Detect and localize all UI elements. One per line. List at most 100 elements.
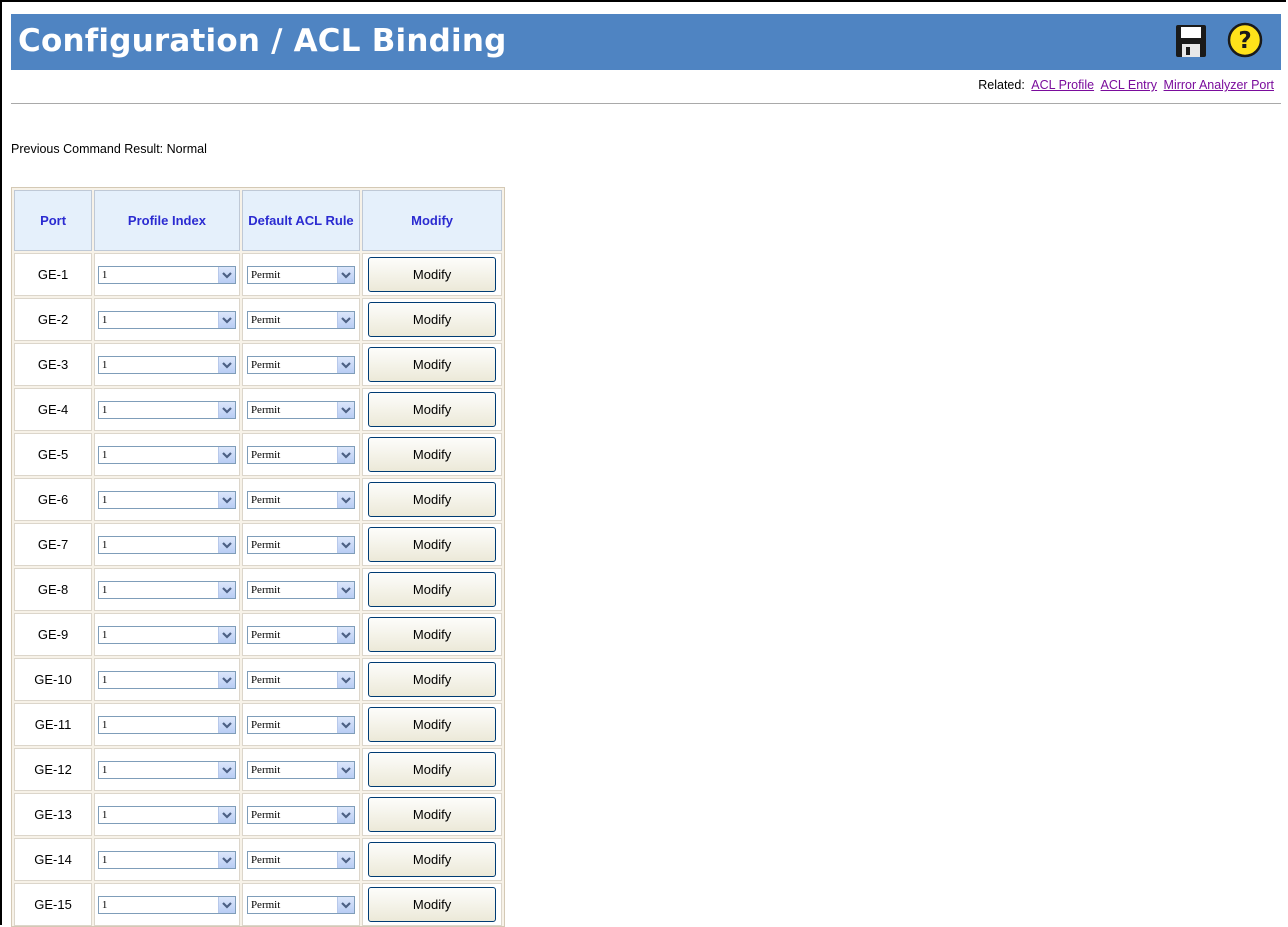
chevron-down-icon[interactable]: [336, 716, 354, 733]
modify-button[interactable]: Modify: [368, 437, 497, 472]
chevron-down-icon[interactable]: [217, 761, 235, 778]
default-acl-rule-value: Permit: [250, 583, 281, 596]
chevron-down-icon[interactable]: [217, 626, 235, 643]
profile-index-select[interactable]: 1: [97, 445, 236, 464]
modify-button[interactable]: Modify: [368, 572, 497, 607]
profile-index-cell: 1: [94, 568, 240, 611]
chevron-down-icon[interactable]: [217, 896, 235, 913]
modify-button[interactable]: Modify: [368, 347, 497, 382]
chevron-down-icon[interactable]: [336, 491, 354, 508]
default-acl-rule-select[interactable]: Permit: [246, 535, 355, 554]
profile-index-select[interactable]: 1: [97, 310, 236, 329]
default-acl-rule-select[interactable]: Permit: [246, 265, 355, 284]
profile-index-select[interactable]: 1: [97, 715, 236, 734]
port-cell: GE-9: [14, 613, 93, 656]
table-row: GE-2 1 Permit Modify: [14, 298, 502, 341]
default-acl-rule-select[interactable]: Permit: [246, 625, 355, 644]
chevron-down-icon[interactable]: [217, 851, 235, 868]
profile-index-select[interactable]: 1: [97, 805, 236, 824]
link-acl-entry[interactable]: ACL Entry: [1101, 78, 1158, 92]
default-acl-rule-select[interactable]: Permit: [246, 895, 355, 914]
profile-index-value: 1: [101, 853, 108, 866]
chevron-down-icon[interactable]: [217, 446, 235, 463]
chevron-down-icon[interactable]: [336, 761, 354, 778]
chevron-down-icon[interactable]: [336, 896, 354, 913]
modify-button[interactable]: Modify: [368, 617, 497, 652]
profile-index-select[interactable]: 1: [97, 490, 236, 509]
chevron-down-icon[interactable]: [336, 581, 354, 598]
profile-index-value: 1: [101, 268, 108, 281]
port-label: GE-15: [34, 897, 72, 912]
chevron-down-icon[interactable]: [217, 581, 235, 598]
help-icon[interactable]: ?: [1227, 22, 1263, 58]
chevron-down-icon[interactable]: [336, 671, 354, 688]
chevron-down-icon[interactable]: [217, 806, 235, 823]
chevron-down-icon[interactable]: [217, 356, 235, 373]
default-acl-rule-select[interactable]: Permit: [246, 580, 355, 599]
default-acl-rule-value: Permit: [250, 718, 281, 731]
chevron-down-icon[interactable]: [336, 446, 354, 463]
default-acl-rule-select[interactable]: Permit: [246, 850, 355, 869]
profile-index-select[interactable]: 1: [97, 895, 236, 914]
profile-index-select[interactable]: 1: [97, 355, 236, 374]
chevron-down-icon[interactable]: [217, 311, 235, 328]
modify-button[interactable]: Modify: [368, 527, 497, 562]
profile-index-select[interactable]: 1: [97, 670, 236, 689]
default-acl-rule-select[interactable]: Permit: [246, 400, 355, 419]
profile-index-select[interactable]: 1: [97, 535, 236, 554]
chevron-down-icon[interactable]: [336, 356, 354, 373]
table-row: GE-5 1 Permit Modify: [14, 433, 502, 476]
chevron-down-icon[interactable]: [217, 401, 235, 418]
chevron-down-icon[interactable]: [217, 671, 235, 688]
profile-index-select[interactable]: 1: [97, 850, 236, 869]
port-label: GE-8: [37, 582, 69, 597]
profile-index-select[interactable]: 1: [97, 265, 236, 284]
chevron-down-icon[interactable]: [336, 311, 354, 328]
chevron-down-icon[interactable]: [336, 626, 354, 643]
header-port: Port: [14, 190, 93, 251]
modify-button[interactable]: Modify: [368, 752, 497, 787]
chevron-down-icon[interactable]: [217, 491, 235, 508]
default-acl-rule-value: Permit: [250, 763, 281, 776]
modify-button[interactable]: Modify: [368, 392, 497, 427]
chevron-down-icon[interactable]: [336, 536, 354, 553]
default-acl-rule-select[interactable]: Permit: [246, 355, 355, 374]
profile-index-select[interactable]: 1: [97, 400, 236, 419]
table-row: GE-4 1 Permit Modify: [14, 388, 502, 431]
chevron-down-icon[interactable]: [336, 806, 354, 823]
port-label: GE-13: [34, 807, 72, 822]
default-acl-rule-select[interactable]: Permit: [246, 760, 355, 779]
default-acl-rule-select[interactable]: Permit: [246, 805, 355, 824]
modify-button[interactable]: Modify: [368, 257, 497, 292]
chevron-down-icon[interactable]: [336, 401, 354, 418]
chevron-down-icon[interactable]: [217, 266, 235, 283]
table-row: GE-3 1 Permit Modify: [14, 343, 502, 386]
link-acl-profile[interactable]: ACL Profile: [1031, 78, 1094, 92]
link-mirror-analyzer-port[interactable]: Mirror Analyzer Port: [1164, 78, 1274, 92]
default-acl-rule-select[interactable]: Permit: [246, 445, 355, 464]
default-acl-rule-select[interactable]: Permit: [246, 310, 355, 329]
chevron-down-icon[interactable]: [336, 851, 354, 868]
default-acl-rule-select[interactable]: Permit: [246, 670, 355, 689]
floppy-disk-icon[interactable]: [1175, 24, 1207, 58]
chevron-down-icon[interactable]: [336, 266, 354, 283]
port-label: GE-10: [34, 672, 72, 687]
chevron-down-icon[interactable]: [217, 536, 235, 553]
default-acl-rule-select[interactable]: Permit: [246, 490, 355, 509]
table-row: GE-8 1 Permit Modify: [14, 568, 502, 611]
default-acl-rule-select[interactable]: Permit: [246, 715, 355, 734]
modify-button[interactable]: Modify: [368, 887, 497, 922]
profile-index-select[interactable]: 1: [97, 580, 236, 599]
modify-button[interactable]: Modify: [368, 842, 497, 877]
profile-index-value: 1: [101, 718, 108, 731]
modify-button[interactable]: Modify: [368, 707, 497, 742]
modify-button[interactable]: Modify: [368, 662, 497, 697]
modify-cell: Modify: [362, 523, 502, 566]
profile-index-select[interactable]: 1: [97, 625, 236, 644]
chevron-down-icon[interactable]: [217, 716, 235, 733]
modify-button[interactable]: Modify: [368, 302, 497, 337]
profile-index-cell: 1: [94, 703, 240, 746]
modify-button[interactable]: Modify: [368, 482, 497, 517]
modify-button[interactable]: Modify: [368, 797, 497, 832]
profile-index-select[interactable]: 1: [97, 760, 236, 779]
